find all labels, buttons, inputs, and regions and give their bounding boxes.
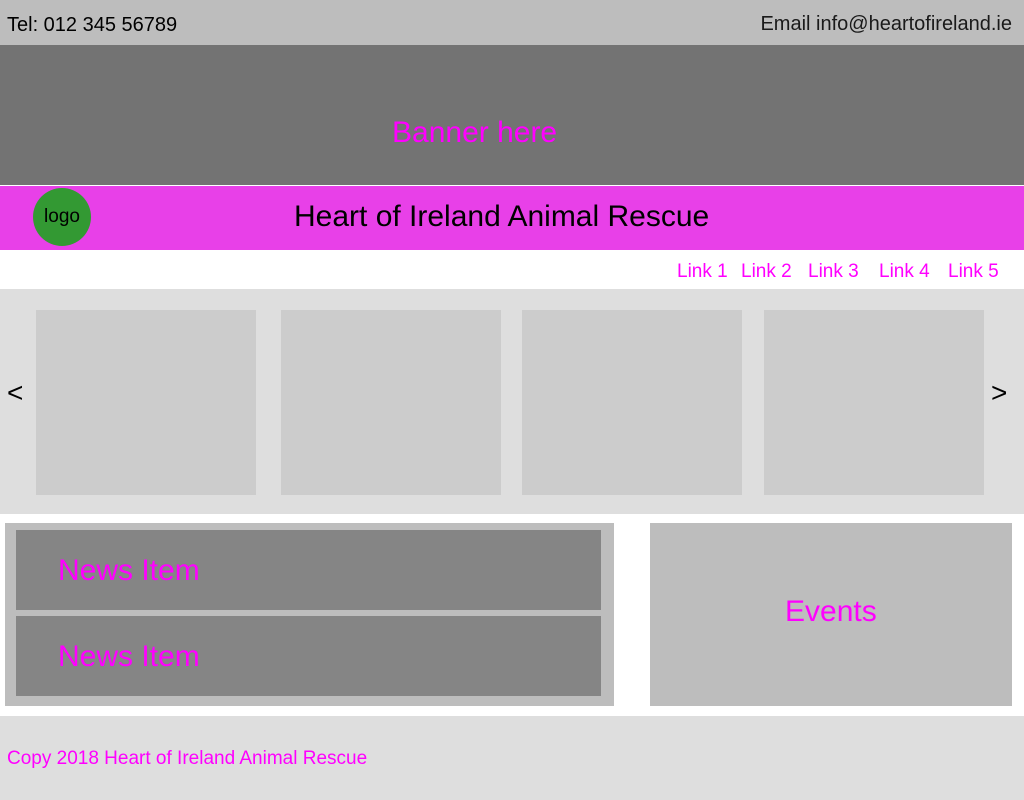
news-panel: News Item News Item bbox=[5, 523, 614, 706]
carousel-slide-3[interactable] bbox=[522, 310, 742, 495]
news-item-label: News Item bbox=[58, 554, 200, 587]
banner-text: Banner here bbox=[392, 116, 558, 149]
contact-bar: Tel: 012 345 56789 Email info@heartofire… bbox=[0, 0, 1024, 45]
footer: Copy 2018 Heart of Ireland Animal Rescue bbox=[0, 716, 1024, 800]
news-item-2[interactable]: News Item bbox=[16, 616, 601, 696]
nav-link-2[interactable]: Link 2 bbox=[741, 261, 792, 283]
events-panel[interactable]: Events bbox=[650, 523, 1012, 706]
banner: Banner here bbox=[0, 45, 1024, 185]
nav-link-5[interactable]: Link 5 bbox=[948, 261, 999, 283]
news-item-1[interactable]: News Item bbox=[16, 530, 601, 610]
telephone-text: Tel: 012 345 56789 bbox=[7, 14, 178, 36]
nav-link-4[interactable]: Link 4 bbox=[879, 261, 930, 283]
nav-link-1[interactable]: Link 1 bbox=[677, 261, 728, 283]
carousel-next-button[interactable]: > bbox=[991, 377, 1007, 409]
carousel-slide-2[interactable] bbox=[281, 310, 501, 495]
page: Tel: 012 345 56789 Email info@heartofire… bbox=[0, 0, 1024, 800]
carousel-prev-button[interactable]: < bbox=[7, 377, 23, 409]
logo-label: logo bbox=[44, 206, 80, 227]
nav-bar: Link 1 Link 2 Link 3 Link 4 Link 5 bbox=[0, 250, 1024, 289]
news-item-label: News Item bbox=[58, 640, 200, 673]
site-title: Heart of Ireland Animal Rescue bbox=[294, 200, 710, 233]
events-label: Events bbox=[785, 595, 877, 628]
email-text: Email info@heartofireland.ie bbox=[760, 13, 1012, 35]
nav-link-3[interactable]: Link 3 bbox=[808, 261, 859, 283]
carousel-slide-4[interactable] bbox=[764, 310, 984, 495]
copyright-text: Copy 2018 Heart of Ireland Animal Rescue bbox=[7, 748, 368, 769]
image-carousel: < > bbox=[0, 289, 1024, 514]
title-bar: logo Heart of Ireland Animal Rescue bbox=[0, 186, 1024, 250]
carousel-slide-1[interactable] bbox=[36, 310, 256, 495]
logo[interactable]: logo bbox=[33, 188, 91, 246]
